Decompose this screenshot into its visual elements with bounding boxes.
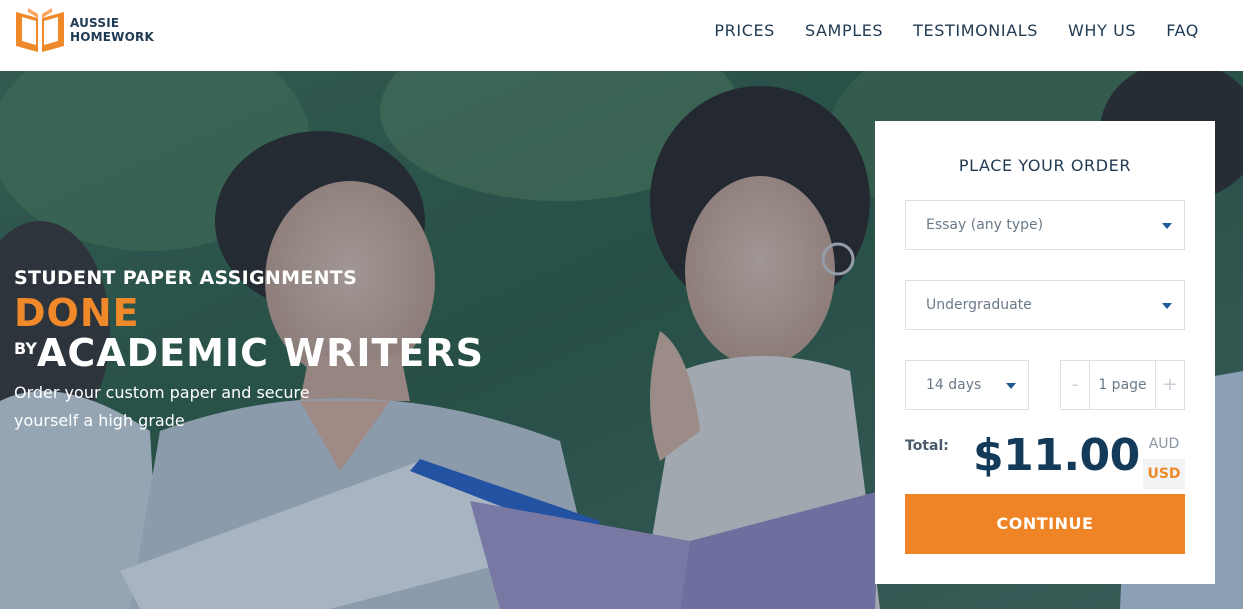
currency-aud-toggle[interactable]: AUD	[1143, 429, 1185, 459]
open-book-logo-icon	[16, 8, 64, 52]
brand-name: AUSSIE HOMEWORK	[70, 16, 154, 44]
headline-by: BY	[14, 339, 37, 358]
paper-type-value: Essay (any type)	[926, 217, 1044, 233]
hero-section: STUDENT PAPER ASSIGNMENTS DONE BY ACADEM…	[0, 71, 1243, 609]
site-header: AUSSIE HOMEWORK PRICES SAMPLES TESTIMONI…	[0, 0, 1243, 71]
pages-stepper: - 1 page +	[1060, 360, 1185, 410]
nav-testimonials[interactable]: TESTIMONIALS	[913, 21, 1038, 40]
total-label: Total:	[905, 438, 949, 454]
brand-name-line1: AUSSIE	[70, 16, 120, 30]
paper-type-select[interactable]: Essay (any type)	[905, 200, 1185, 250]
pages-value[interactable]: 1 page	[1089, 361, 1156, 409]
headline-academic-writers: ACADEMIC WRITERS	[36, 331, 485, 375]
brand-logo[interactable]: AUSSIE HOMEWORK	[14, 6, 154, 54]
headline-line-1: STUDENT PAPER ASSIGNMENTS	[14, 267, 358, 289]
academic-level-value: Undergraduate	[926, 297, 1032, 313]
nav-why-us[interactable]: WHY US	[1068, 21, 1136, 40]
nav-faq[interactable]: FAQ	[1166, 21, 1199, 40]
headline-done: DONE	[14, 291, 140, 335]
deadline-value: 14 days	[926, 377, 982, 393]
chevron-down-icon	[1162, 303, 1172, 309]
order-form-title: PLACE YOUR ORDER	[958, 156, 1132, 175]
increase-pages-button[interactable]: +	[1156, 361, 1184, 409]
main-nav: PRICES SAMPLES TESTIMONIALS WHY US FAQ	[684, 21, 1199, 40]
brand-name-line2: HOMEWORK	[70, 30, 154, 44]
decrease-pages-button[interactable]: -	[1061, 361, 1089, 409]
currency-usd-toggle[interactable]: USD	[1143, 459, 1185, 489]
nav-samples[interactable]: SAMPLES	[805, 21, 883, 40]
academic-level-select[interactable]: Undergraduate	[905, 280, 1185, 330]
chevron-down-icon	[1162, 223, 1172, 229]
headline-line-3: BY ACADEMIC WRITERS	[14, 331, 484, 375]
nav-prices[interactable]: PRICES	[714, 21, 775, 40]
deadline-select[interactable]: 14 days	[905, 360, 1029, 410]
continue-button[interactable]: CONTINUE	[905, 494, 1185, 554]
hero-headline: STUDENT PAPER ASSIGNMENTS DONE BY ACADEM…	[14, 267, 484, 435]
chevron-down-icon	[1006, 383, 1016, 389]
hero-subtitle: Order your custom paper and secure yours…	[14, 383, 310, 430]
total-price: $11.00	[973, 430, 1140, 481]
order-form: PLACE YOUR ORDER Essay (any type) Underg…	[875, 121, 1215, 584]
